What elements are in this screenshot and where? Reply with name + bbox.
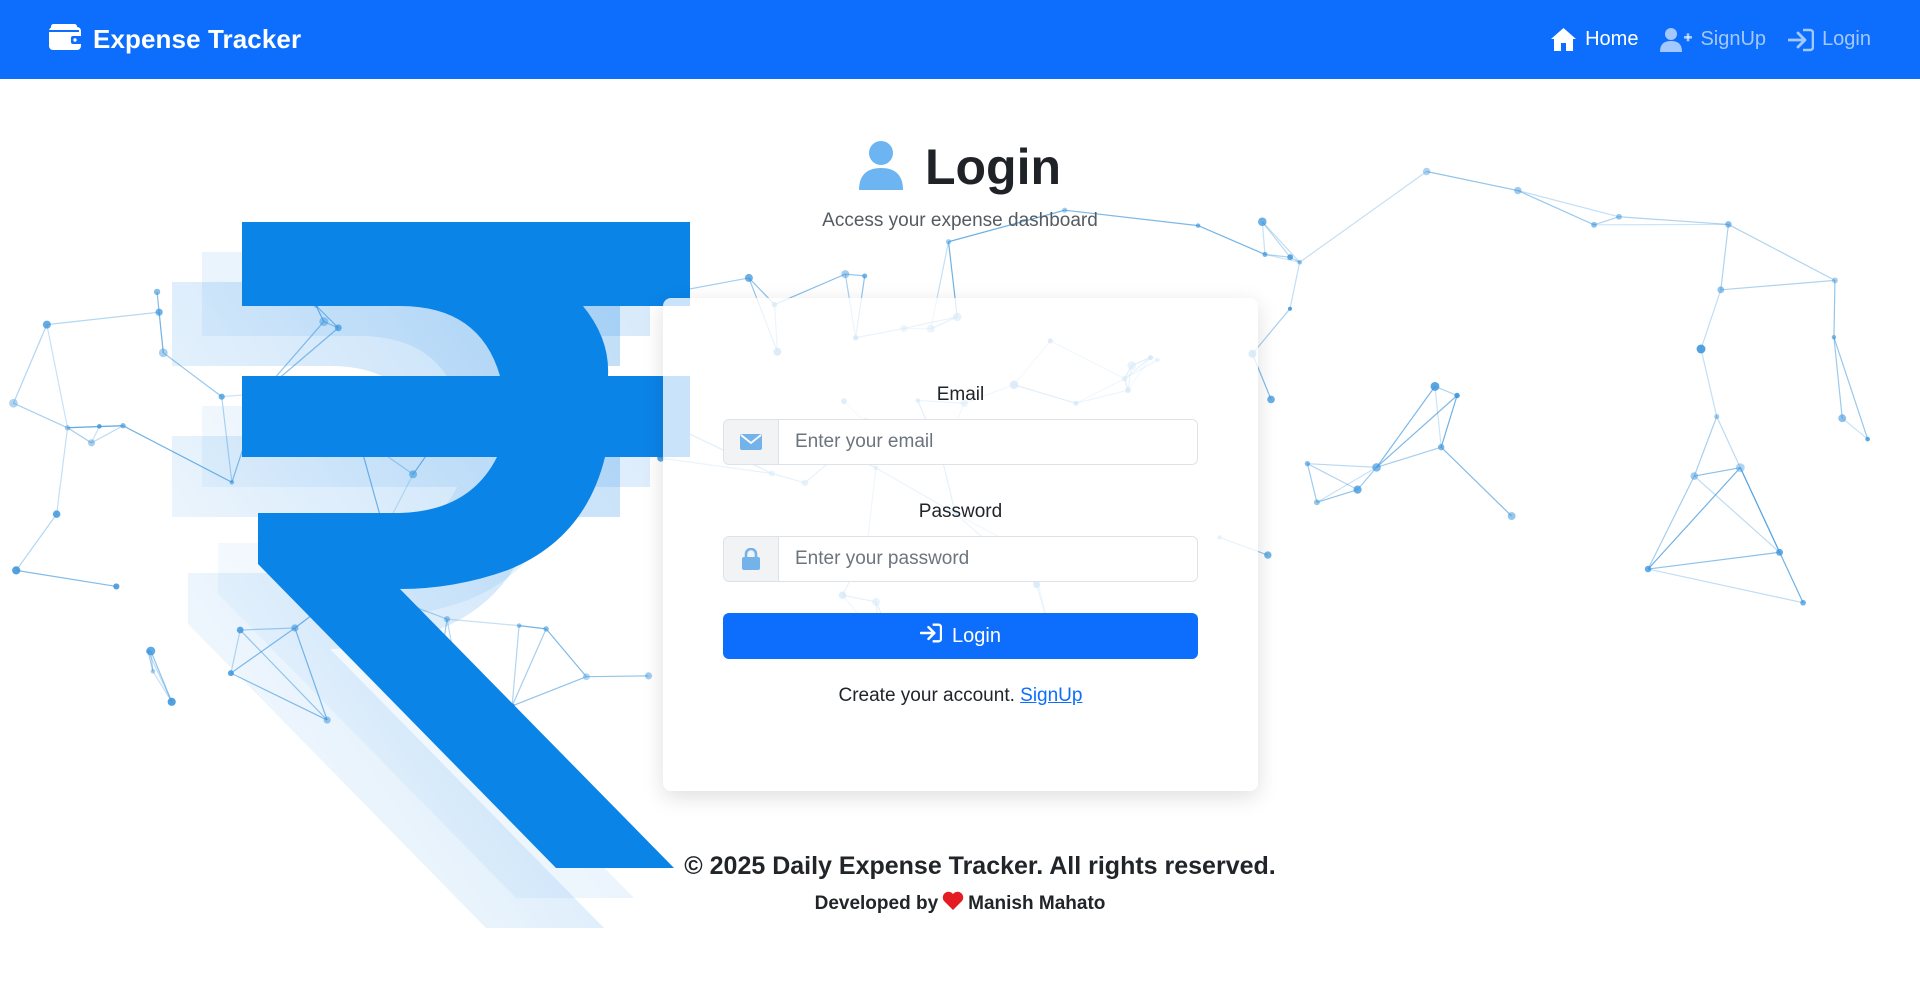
wallet-icon bbox=[49, 23, 82, 56]
password-input-group bbox=[723, 536, 1198, 582]
copyright-text: © 2025 Daily Expense Tracker. All rights… bbox=[684, 852, 1276, 880]
email-label: Email bbox=[936, 384, 985, 405]
signup-prompt-text: Create your account. bbox=[838, 685, 1015, 706]
password-label: Password bbox=[918, 501, 1003, 522]
developer-name: Manish Mahato bbox=[968, 893, 1106, 914]
login-button-label: Login bbox=[952, 624, 1001, 647]
nav-links: Home SignUp Login bbox=[1550, 27, 1871, 53]
brand[interactable]: Expense Tracker bbox=[49, 23, 302, 56]
email-input[interactable] bbox=[779, 420, 1197, 464]
developed-by: Developed by Manish Mahato bbox=[814, 891, 1106, 917]
email-input-group bbox=[723, 419, 1198, 465]
nav-link-home[interactable]: Home bbox=[1550, 27, 1638, 52]
lock-icon bbox=[724, 537, 779, 581]
navbar: Expense Tracker Home SignUp Login bbox=[0, 0, 1920, 79]
nav-link-label: SignUp bbox=[1700, 28, 1767, 50]
user-icon bbox=[858, 140, 903, 195]
signup-prompt: Create your account. SignUp bbox=[663, 685, 1258, 707]
nav-link-label: Login bbox=[1822, 28, 1871, 50]
developed-by-text: Developed by bbox=[814, 893, 939, 914]
signup-link[interactable]: SignUp bbox=[1020, 685, 1082, 706]
home-icon bbox=[1550, 27, 1577, 52]
heart-icon bbox=[942, 891, 964, 917]
brand-title: Expense Tracker bbox=[93, 24, 302, 54]
sign-in-icon bbox=[919, 623, 943, 649]
user-plus-icon bbox=[1660, 27, 1693, 53]
password-input[interactable] bbox=[779, 537, 1197, 581]
envelope-icon bbox=[724, 420, 779, 464]
page-header: Login Access your expense dashboard bbox=[0, 138, 1920, 232]
login-card: Email Password Login Create yo bbox=[663, 298, 1258, 791]
page-title: Login bbox=[924, 139, 1062, 195]
login-button[interactable]: Login bbox=[723, 613, 1198, 659]
nav-link-login[interactable]: Login bbox=[1788, 28, 1871, 52]
nav-link-label: Home bbox=[1585, 28, 1639, 50]
page-subtitle: Access your expense dashboard bbox=[822, 210, 1098, 231]
footer: © 2025 Daily Expense Tracker. All rights… bbox=[0, 852, 1920, 917]
nav-link-signup[interactable]: SignUp bbox=[1660, 27, 1766, 53]
sign-in-icon bbox=[1788, 28, 1815, 52]
